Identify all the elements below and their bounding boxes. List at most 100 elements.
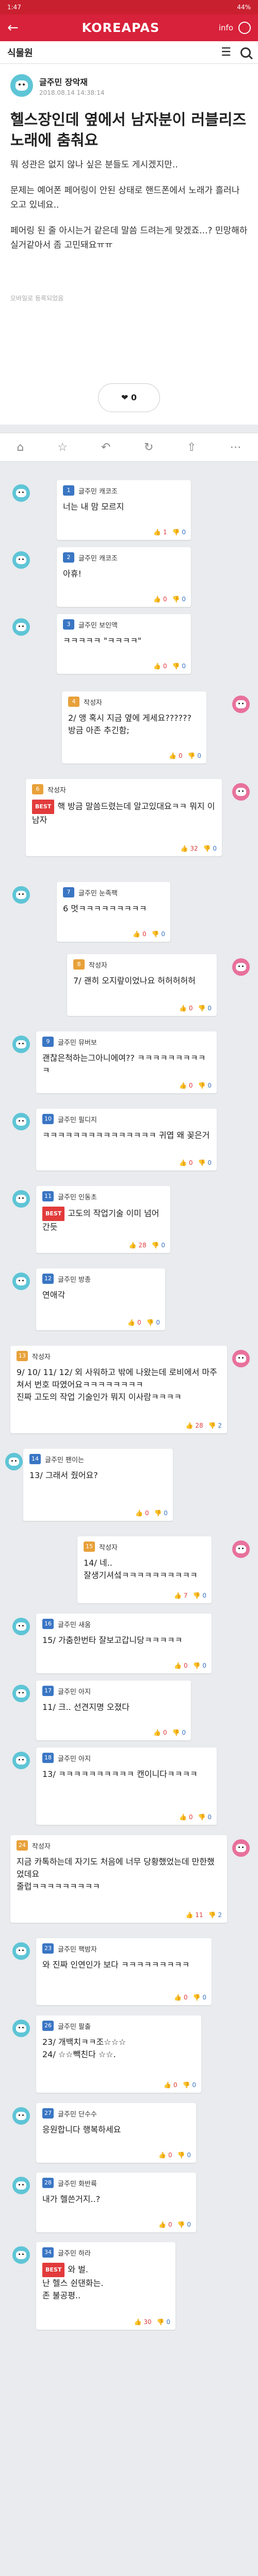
downvote-button[interactable]: 👎 0 (198, 1159, 212, 1166)
downvote-button[interactable]: 👎 2 (208, 1422, 222, 1429)
avatar[interactable] (232, 958, 250, 976)
comment-author[interactable]: 글주민 팔출 (58, 2021, 91, 2031)
avatar[interactable] (12, 618, 30, 636)
downvote-button[interactable]: 👎 0 (193, 1592, 206, 1599)
avatar[interactable] (12, 1190, 30, 1208)
avatar[interactable] (12, 484, 30, 502)
comment-author[interactable]: 글주민 팬이는 (45, 1454, 84, 1464)
search-icon[interactable] (240, 47, 251, 58)
downvote-button[interactable]: 👎 0 (172, 596, 186, 603)
info-link[interactable]: info (219, 23, 233, 32)
comment-author[interactable]: 글주민 화반륙 (58, 2178, 97, 2188)
avatar[interactable] (12, 1752, 30, 1769)
comment-author[interactable]: 글주민 필디지 (58, 1114, 97, 1124)
upvote-button[interactable]: 👍 0 (169, 752, 182, 759)
upvote-button[interactable]: 👍 11 (186, 1911, 203, 1919)
upvote-button[interactable]: 👍 28 (129, 1242, 147, 1249)
star-icon[interactable]: ☆ (57, 441, 68, 454)
avatar[interactable] (12, 1113, 30, 1130)
downvote-button[interactable]: 👎 0 (198, 1814, 212, 1821)
refresh-icon[interactable]: ↻ (144, 441, 153, 454)
avatar[interactable] (12, 1036, 30, 1053)
comment-author[interactable]: 글주민 아지 (58, 1686, 91, 1696)
comment-author[interactable]: 작성자 (99, 1542, 118, 1552)
avatar[interactable] (232, 1839, 250, 1857)
upvote-button[interactable]: 👍 32 (181, 845, 198, 852)
upvote-button[interactable]: 👍 0 (127, 1319, 141, 1326)
avatar[interactable] (12, 2020, 30, 2037)
avatar[interactable] (12, 2177, 30, 2194)
avatar[interactable] (12, 1618, 30, 1635)
downvote-button[interactable]: 👎 0 (178, 2151, 191, 2159)
downvote-button[interactable]: 👎 0 (152, 930, 165, 938)
downvote-button[interactable]: 👎 0 (198, 1082, 212, 1089)
author-name[interactable]: 글주민 장악재 (39, 75, 104, 88)
upvote-button[interactable]: 👍 0 (153, 596, 167, 603)
comment-author[interactable]: 글주민 새움 (58, 1619, 91, 1629)
upvote-button[interactable]: 👍 7 (174, 1592, 187, 1599)
upvote-button[interactable]: 👍 0 (174, 1662, 187, 1669)
avatar[interactable] (12, 1685, 30, 1702)
upvote-button[interactable]: 👍 0 (158, 2151, 172, 2159)
comment-author[interactable]: 글주민 보인액 (78, 620, 118, 630)
downvote-button[interactable]: 👎 0 (172, 1729, 186, 1736)
upvote-button[interactable]: 👍 0 (133, 930, 146, 938)
comment-author[interactable]: 작성자 (89, 960, 107, 970)
comment-author[interactable]: 글주민 방총 (58, 1274, 91, 1284)
avatar[interactable] (12, 1942, 30, 1960)
downvote-button[interactable]: 👎 0 (198, 1005, 212, 1012)
avatar[interactable] (12, 1273, 30, 1290)
downvote-button[interactable]: 👎 0 (203, 845, 217, 852)
comment-author[interactable]: 글주민 캐코조 (78, 553, 118, 563)
downvote-button[interactable]: 👎 0 (147, 1319, 160, 1326)
avatar[interactable] (12, 2107, 30, 2125)
comment-author[interactable]: 글주민 인동초 (58, 1192, 97, 1201)
upvote-button[interactable]: 👍 0 (174, 1994, 187, 2001)
upvote-button[interactable]: 👍 0 (179, 1005, 192, 1012)
home-icon[interactable]: ⌂ (17, 441, 24, 454)
avatar[interactable] (12, 886, 30, 904)
back-icon[interactable]: ↶ (101, 441, 110, 454)
avatar[interactable] (232, 1350, 250, 1367)
upvote-button[interactable]: 👍 0 (153, 663, 167, 670)
upvote-button[interactable]: 👍 0 (179, 1082, 192, 1089)
more-icon[interactable]: ⋯ (230, 441, 241, 454)
globe-icon[interactable] (238, 22, 251, 34)
upvote-button[interactable]: 👍 28 (186, 1422, 203, 1429)
comment-author[interactable]: 글주민 하라 (58, 2248, 91, 2258)
board-name[interactable]: 식물원 (7, 46, 221, 59)
downvote-button[interactable]: 👎 0 (157, 2318, 170, 2326)
downvote-button[interactable]: 👎 0 (172, 663, 186, 670)
comment-author[interactable]: 작성자 (32, 1351, 51, 1361)
avatar[interactable] (10, 74, 33, 97)
avatar[interactable] (232, 783, 250, 801)
upvote-button[interactable]: 👍 30 (134, 2318, 152, 2326)
comment-author[interactable]: 글주민 뮤버보 (58, 1037, 97, 1047)
avatar[interactable] (232, 1540, 250, 1558)
upvote-button[interactable]: 👍 0 (153, 1729, 167, 1736)
top-icon[interactable]: ⇧ (187, 441, 196, 454)
downvote-button[interactable]: 👎 0 (154, 1510, 168, 1517)
comment-author[interactable]: 작성자 (32, 1841, 51, 1851)
upvote-button[interactable]: 👍 0 (179, 1814, 192, 1821)
upvote-button[interactable]: 👍 0 (164, 2081, 177, 2089)
avatar[interactable] (12, 551, 30, 569)
comment-author[interactable]: 글주민 아지 (58, 1753, 91, 1763)
comment-author[interactable]: 글주민 팩밤자 (58, 1944, 97, 1954)
upvote-button[interactable]: 👍 0 (158, 2221, 172, 2228)
comment-author[interactable]: 작성자 (47, 785, 66, 794)
like-button[interactable]: ❤ 0 (98, 383, 160, 412)
comment-author[interactable]: 글주민 캐코조 (78, 486, 118, 496)
back-arrow-icon[interactable]: ← (7, 20, 23, 36)
comment-author[interactable]: 작성자 (84, 697, 102, 707)
downvote-button[interactable]: 👎 0 (178, 2221, 191, 2228)
downvote-button[interactable]: 👎 0 (193, 1662, 206, 1669)
downvote-button[interactable]: 👎 2 (208, 1911, 222, 1919)
site-logo[interactable]: KOREAPAS (23, 21, 219, 35)
downvote-button[interactable]: 👎 0 (193, 1994, 206, 2001)
comment-author[interactable]: 글주민 눈족팩 (78, 888, 118, 897)
upvote-button[interactable]: 👍 0 (135, 1510, 149, 1517)
menu-icon[interactable]: ☰ (221, 46, 231, 59)
downvote-button[interactable]: 👎 0 (188, 752, 201, 759)
comment-author[interactable]: 글주민 단수수 (58, 2109, 97, 2119)
